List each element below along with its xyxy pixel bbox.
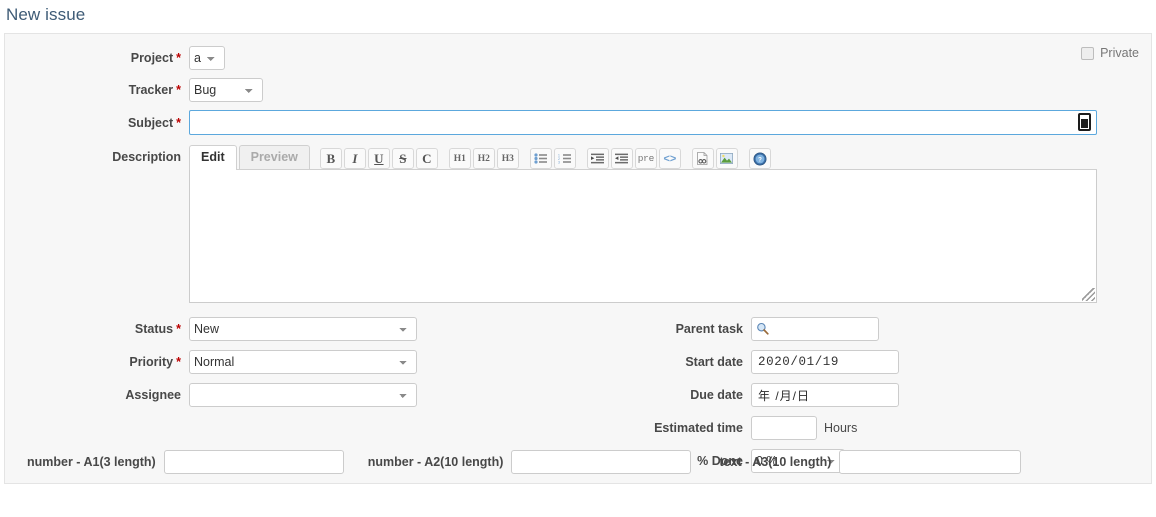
project-label-text: Project (130, 51, 174, 65)
status-label-text: Status (134, 322, 174, 336)
private-checkbox[interactable] (1081, 46, 1095, 60)
start-date-label: Start date (685, 355, 743, 369)
subject-label-text: Subject (127, 115, 174, 130)
jstoolbar: B I U S C H1 H2 H3 1 2 3 pre <> ? (319, 148, 782, 169)
unordered-list-icon[interactable] (529, 148, 552, 169)
estimated-time-units: Hours (824, 421, 858, 435)
custom-field-a1-label: number - A1(3 length) (27, 455, 156, 469)
underline-icon[interactable]: U (367, 148, 390, 169)
svg-text:?: ? (758, 156, 762, 163)
new-issue-form: Private Project * a Tracker * Bug Subject *… (4, 33, 1152, 484)
custom-field-a2: number - A2(10 length) (368, 450, 692, 474)
subject-required-star: * (176, 115, 181, 130)
description-textarea-wrapper (189, 170, 1097, 303)
custom-field-a3-label: text - A3(10 length) (719, 455, 832, 469)
tab-preview[interactable]: Preview (238, 145, 310, 169)
estimated-time-row: Estimated time Hours (571, 416, 1131, 440)
due-date-value: 年 /月/日 (758, 388, 811, 403)
toolbar-group-inline: B I U S C (319, 148, 440, 169)
assignee-select[interactable] (189, 383, 417, 407)
custom-field-a3-input[interactable] (839, 450, 1022, 474)
svg-text:3: 3 (558, 161, 560, 165)
description-row: Description Edit Preview B I U S C H1 H2 (5, 144, 1151, 303)
toolbar-group-lists: 1 2 3 (529, 148, 578, 169)
due-date-input[interactable]: 年 /月/日 (751, 383, 899, 407)
estimated-time-label: Estimated time (654, 421, 743, 435)
project-required-star: * (176, 51, 181, 65)
image-icon[interactable] (715, 148, 738, 169)
estimated-time-input[interactable] (751, 416, 817, 440)
help-icon[interactable]: ? (748, 148, 771, 169)
tracker-required-star: * (176, 83, 181, 97)
tracker-row: Tracker * Bug (5, 78, 1151, 102)
indent-icon[interactable] (586, 148, 609, 169)
italic-icon[interactable]: I (343, 148, 366, 169)
editor-tabs: Edit Preview B I U S C H1 H2 H3 1 2 3 pr… (189, 144, 1097, 170)
assignee-label: Assignee (125, 388, 181, 402)
toolbar-group-indent: pre <> (586, 148, 683, 169)
custom-field-a2-input[interactable] (511, 450, 692, 474)
priority-label-text: Priority (129, 355, 174, 369)
priority-select[interactable]: Normal (189, 350, 417, 374)
start-date-input[interactable]: 2020/01/19 (751, 350, 899, 374)
start-date-row: Start date 2020/01/19 (571, 350, 1131, 374)
tab-edit[interactable]: Edit (189, 145, 237, 170)
heading-2-icon[interactable]: H2 (472, 148, 495, 169)
subject-field-wrapper (189, 110, 1097, 135)
project-row: Project * a (5, 46, 1151, 70)
assignee-row: Assignee (5, 383, 571, 407)
custom-fields-row: number - A1(3 length) number - A2(10 len… (5, 441, 1151, 483)
bold-icon[interactable]: B (319, 148, 342, 169)
heading-3-icon[interactable]: H3 (496, 148, 519, 169)
code-block-icon[interactable]: <> (658, 148, 681, 169)
strikethrough-icon[interactable]: S (391, 148, 414, 169)
page-title: New issue (6, 5, 86, 24)
tracker-select[interactable]: Bug (189, 78, 263, 102)
private-label: Private (1100, 46, 1139, 60)
custom-field-a3: text - A3(10 length) (719, 450, 1022, 474)
private-checkbox-group[interactable]: Private (1081, 46, 1139, 60)
ordered-list-icon[interactable]: 1 2 3 (553, 148, 576, 169)
due-date-label: Due date (690, 388, 743, 402)
parent-task-row: Parent task (571, 317, 1131, 341)
textarea-resize-handle[interactable] (1082, 288, 1095, 301)
toolbar-group-insert (691, 148, 740, 169)
project-label: Project * (5, 51, 189, 65)
parent-task-input[interactable] (751, 317, 879, 341)
status-select[interactable]: New (189, 317, 417, 341)
priority-required-star: * (176, 355, 181, 369)
project-select[interactable]: a (189, 46, 225, 70)
preformatted-icon[interactable]: pre (634, 148, 657, 169)
parent-task-label: Parent task (675, 322, 743, 336)
custom-field-a2-label: number - A2(10 length) (367, 455, 504, 469)
subject-input[interactable] (189, 110, 1097, 135)
ime-mode-icon[interactable] (1078, 113, 1091, 131)
status-label: Status * (5, 322, 189, 336)
tracker-label-text: Tracker (128, 83, 174, 97)
outdent-icon[interactable] (610, 148, 633, 169)
status-row: Status * New (5, 317, 571, 341)
custom-field-a1-input[interactable] (163, 450, 344, 474)
subject-label: Subject * (5, 116, 189, 130)
priority-label: Priority * (5, 355, 189, 369)
toolbar-group-headings: H1 H2 H3 (448, 148, 521, 169)
subject-row: Subject * (5, 110, 1151, 135)
tracker-label: Tracker * (5, 83, 189, 97)
code-inline-icon[interactable]: C (415, 148, 438, 169)
due-date-row: Due date 年 /月/日 (571, 383, 1131, 407)
description-label: Description (112, 150, 181, 164)
custom-field-a1: number - A1(3 length) (27, 450, 344, 474)
priority-row: Priority * Normal (5, 350, 571, 374)
start-date-value: 2020/01/19 (758, 355, 840, 369)
description-editor: Edit Preview B I U S C H1 H2 H3 1 2 3 pr… (189, 144, 1097, 303)
heading-1-icon[interactable]: H1 (448, 148, 471, 169)
description-textarea[interactable] (190, 170, 1096, 302)
toolbar-group-help: ? (748, 148, 773, 169)
link-icon[interactable] (691, 148, 714, 169)
status-required-star: * (176, 322, 181, 336)
parent-task-field (751, 317, 879, 341)
